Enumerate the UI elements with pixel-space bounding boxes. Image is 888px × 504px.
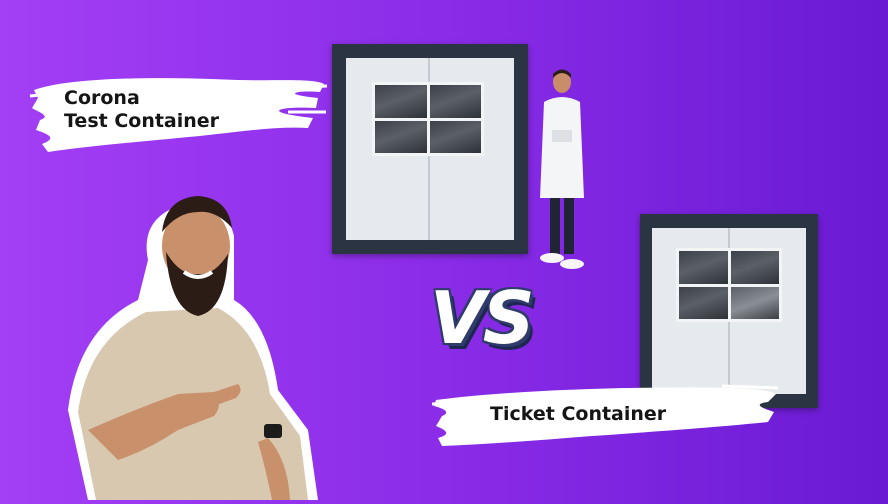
container-window <box>372 82 484 156</box>
presenter-icon <box>68 196 318 501</box>
label-text: Ticket Container <box>490 403 667 425</box>
presenter-figure <box>28 180 318 501</box>
label-ticket-container: Ticket Container <box>432 380 778 452</box>
label-corona-test-container: Corona Test Container <box>28 68 328 160</box>
window-pane <box>429 120 481 153</box>
doctor-icon <box>540 69 584 269</box>
ticket-container <box>640 214 818 408</box>
versus-text: VS <box>430 276 535 360</box>
window-pane <box>679 251 728 284</box>
container-window <box>676 248 782 322</box>
doctor-figure <box>532 68 592 274</box>
window-pane <box>429 85 481 118</box>
corona-test-container <box>332 44 528 254</box>
window-pane <box>375 85 427 118</box>
window-pane-with-person <box>730 286 779 319</box>
label-line-2: Test Container <box>64 110 220 132</box>
label-line-1: Corona <box>64 87 140 109</box>
window-pane <box>730 251 779 284</box>
window-pane <box>375 120 427 153</box>
window-pane <box>679 286 728 319</box>
